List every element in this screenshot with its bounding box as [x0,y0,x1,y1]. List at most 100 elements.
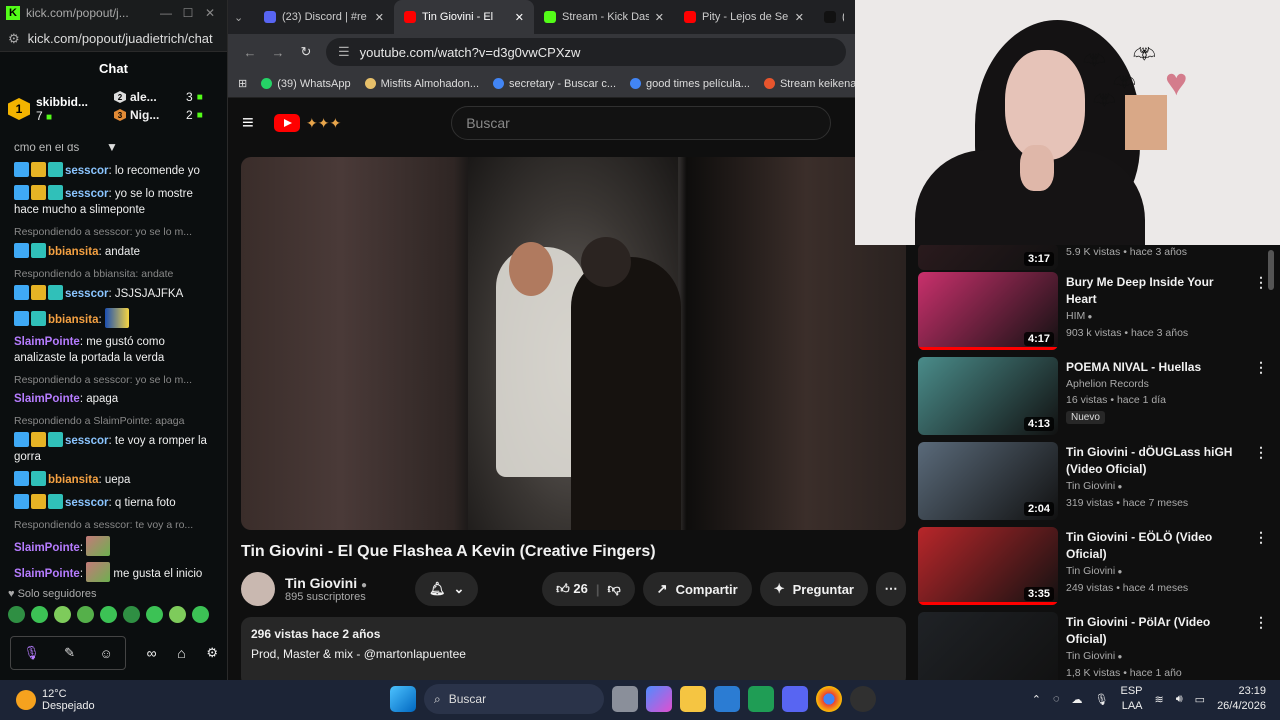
recommendation-item[interactable]: 4:17 Bury Me Deep Inside Your Heart HIM ● 9… [918,272,1268,357]
recommendation-channel[interactable]: Tin Giovini ● [1066,478,1246,495]
chat-username[interactable]: SlaimPointe [14,568,80,580]
emote-6[interactable] [123,606,140,623]
reload-icon[interactable]: ↻ [292,44,320,60]
recommendation-channel[interactable]: Aphelion Records [1066,376,1246,392]
chat-emote[interactable] [86,536,111,556]
recommendation-thumbnail[interactable] [918,612,1058,680]
chat-username[interactable]: SlaimPointe [14,393,80,405]
onedrive-icon[interactable]: ☁ [1072,693,1083,706]
mic-tray-icon[interactable]: 🎙︎ [1095,693,1109,706]
recommendation-title[interactable]: POEMA NIVAL - Huellas [1066,359,1246,376]
recommendation-item[interactable]: 4:13 POEMA NIVAL - Huellas Aphelion Record… [918,357,1268,442]
recommendation-title[interactable]: Bury Me Deep Inside Your Heart [1066,274,1246,308]
recommendation-channel[interactable]: Tin Giovini ● [1066,563,1246,580]
emote-8[interactable] [169,606,186,623]
recommendation-channel[interactable]: Tin Giovini ● [1066,648,1246,665]
chat-username[interactable]: sesscor [65,165,108,177]
tab-close-icon[interactable]: ✕ [515,11,524,24]
more-options-icon[interactable]: ⋮ [1254,359,1268,376]
recommendation-channel[interactable]: HIM ● [1066,308,1246,325]
more-options-icon[interactable]: ⋮ [1254,444,1268,461]
bookmark-item[interactable]: Misfits Almohadon... [364,78,479,90]
recommendation-thumbnail[interactable]: 4:17 [918,272,1058,350]
site-info-icon[interactable]: ☰ [338,44,350,60]
recommendation-title[interactable]: Tin Giovini - PölAr (Video Oficial) [1066,614,1246,648]
browser-tab[interactable]: Tin Giovini - El ✕ [394,0,534,34]
top-gifter-name[interactable]: skibbid... [36,95,88,109]
chat-username[interactable]: bbiansita [48,314,98,326]
weather-widget[interactable]: 12°C Despejado [0,688,200,712]
back-icon[interactable]: ← [236,45,264,60]
translate-icon[interactable]: ✎ [64,645,75,661]
close-icon[interactable]: ✕ [199,6,221,20]
tab-search-icon[interactable]: ⌄ [234,11,254,24]
third-gifter-name[interactable]: Nig... [130,108,182,122]
excel-icon[interactable] [748,686,774,712]
chat-emote[interactable] [86,562,111,582]
emote-1[interactable] [8,606,25,623]
kick-url-bar[interactable]: ⚙ kick.com/popout/juadietrich/chat [0,26,227,52]
share-button[interactable]: ↗ Compartir [642,572,752,606]
store-icon[interactable]: ⌂ [177,645,185,661]
emote-4[interactable] [77,606,94,623]
chat-username[interactable]: sesscor [65,288,108,300]
browser-tab[interactable]: (23) Discord | #re ✕ [254,0,394,34]
discord-icon[interactable] [782,686,808,712]
chat-input[interactable]: 🎙 ✎ ☺ [10,636,126,670]
extensions-icon[interactable]: ∞ [147,645,157,661]
recommendation-thumbnail[interactable]: 4:13 [918,357,1058,435]
taskbar-search[interactable]: ⌕ Buscar [424,684,604,714]
clock[interactable]: 23:19 26/4/2026 [1217,684,1266,714]
tab-close-icon[interactable]: ✕ [655,11,664,24]
second-gifter-name[interactable]: ale... [130,90,182,104]
wifi-icon[interactable]: ≋ [1155,693,1164,706]
emote-7[interactable] [146,606,163,623]
emote-2[interactable] [31,606,48,623]
settings-icon[interactable]: ⚙ [206,645,218,661]
reply-context[interactable]: Respondiendo a sesscor: yo se lo m... [14,372,218,388]
start-icon[interactable] [390,686,416,712]
channel-name[interactable]: Tin Giovini [285,575,357,591]
ask-button[interactable]: ✦ Preguntar [759,572,868,606]
emote-9[interactable] [192,606,209,623]
recommendation-item[interactable]: 3:17 5.9 K vistas • hace 3 años [918,244,1268,272]
more-options-icon[interactable]: ⋮ [1254,529,1268,546]
language-indicator[interactable]: ESP LAA [1120,684,1142,714]
youtube-logo-icon[interactable] [274,114,300,132]
chat-username[interactable]: SlaimPointe [14,542,80,554]
recommendation-thumbnail[interactable]: 3:35 [918,527,1058,605]
chat-username[interactable]: bbiansita [48,474,98,486]
emote-5[interactable] [100,606,117,623]
bookmark-item[interactable]: good times película... [630,78,750,90]
video-player[interactable] [241,157,906,530]
browser-tab[interactable]: Stream - Kick Dash ✕ [534,0,674,34]
apps-icon[interactable]: ⊞ [238,77,247,90]
search-input[interactable]: Buscar [451,106,832,140]
browser-tab[interactable]: (5 [814,0,854,34]
chat-username[interactable]: bbiansita [48,246,98,258]
emoji-icon[interactable]: ☺ [99,646,112,661]
address-bar[interactable]: ☰ youtube.com/watch?v=d3g0vwCPXzw [326,38,846,66]
recommendation-title[interactable]: Tin Giovini - dÖUGLass hiGH (Video Ofici… [1066,444,1246,478]
recommendation-item[interactable]: 3:35 Tin Giovini - EÖLÖ (Video Oficial) Ti… [918,527,1268,612]
site-settings-icon[interactable]: ⚙ [8,31,20,47]
channel-avatar[interactable] [241,572,275,606]
chat-emote[interactable] [104,308,129,328]
chat-username[interactable]: SlaimPointe [14,336,80,348]
more-actions-button[interactable]: ⋯ [876,572,906,606]
volume-icon[interactable]: 🔊︎ [1176,693,1183,706]
forward-icon[interactable]: → [264,45,292,60]
reply-context[interactable]: Respondiendo a sesscor: yo se lo m... [14,224,218,240]
emote-3[interactable] [54,606,71,623]
recommendation-thumbnail[interactable]: 2:04 [918,442,1058,520]
tray-app-icon[interactable]: ◌ [1053,693,1060,705]
more-options-icon[interactable]: ⋮ [1254,274,1268,291]
obs-icon[interactable] [850,686,876,712]
scrollbar-thumb[interactable] [1268,250,1274,290]
tab-close-icon[interactable]: ✕ [375,11,384,24]
menu-icon[interactable]: ≡ [242,112,274,135]
maximize-icon[interactable]: ☐ [177,6,199,20]
battery-icon[interactable]: ▭ [1195,693,1205,706]
bookmark-item[interactable]: secretary - Buscar c... [493,78,616,90]
recommendation-item[interactable]: Tin Giovini - PölAr (Video Oficial) Tin G… [918,612,1268,680]
